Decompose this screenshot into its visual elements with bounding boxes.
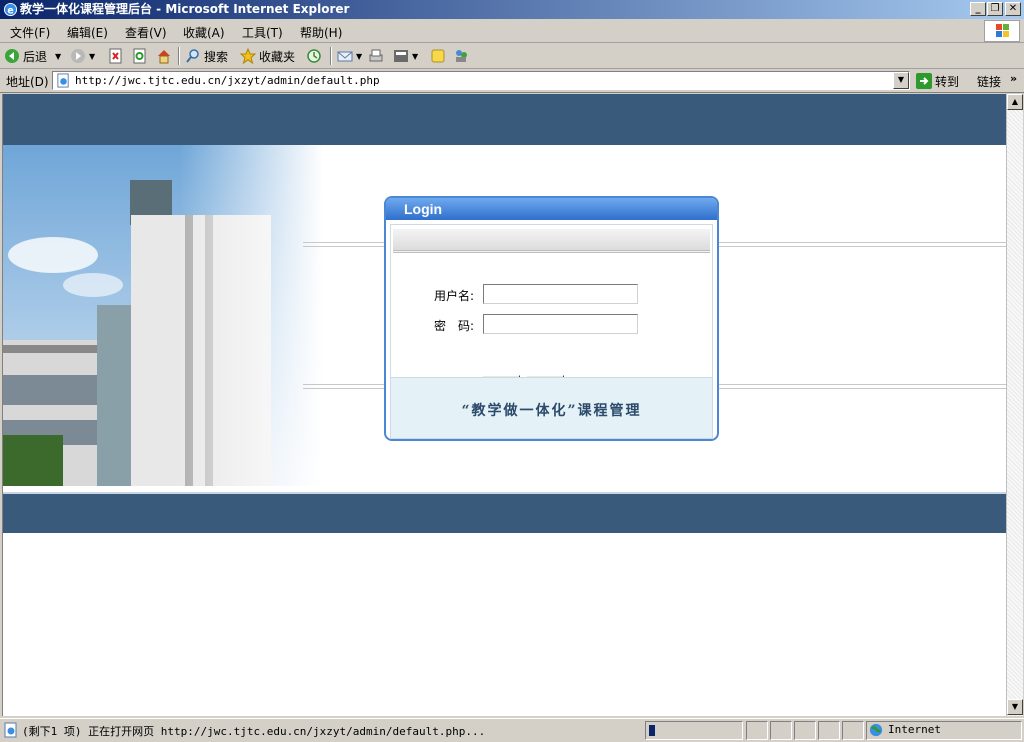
go-arrow-icon [916,73,932,89]
mail-icon [337,51,353,62]
forward-button[interactable]: ▼ [70,47,95,65]
favorites-button[interactable]: 收藏夹 [240,47,295,65]
forward-arrow-icon [71,49,85,63]
history-icon [307,49,321,63]
login-decorative-strip [393,229,710,253]
password-label: 密 码: [434,319,475,333]
loading-page-icon [4,722,17,738]
status-pane [770,721,792,740]
back-dropdown-icon[interactable]: ▼ [55,52,61,61]
scroll-up-icon[interactable]: ▲ [1007,94,1023,110]
stop-icon [109,48,122,64]
globe-icon [869,723,883,737]
username-label: 用户名: [434,289,475,303]
back-arrow-icon [5,49,19,63]
address-bar: 地址(D) http://jwc.tjtc.edu.cn/jxzyt/admin… [0,69,1024,93]
print-button[interactable] [368,47,387,65]
address-url: http://jwc.tjtc.edu.cn/jxzyt/admin/defau… [75,74,380,87]
go-label: 转到 [935,74,960,89]
menu-view[interactable]: 查看(V) [125,24,167,41]
messenger-icon [456,50,467,62]
username-input[interactable] [483,284,638,304]
home-icon [158,50,170,64]
status-pane [818,721,840,740]
printer-icon [369,49,383,62]
campus-building-image [3,145,323,486]
footer-band [3,492,1006,533]
toolbar: 后退 ▼ ▼ 搜索 收藏夹 ▼ ▼ [0,44,1024,69]
login-footer: “教学做一体化”课程管理 [391,377,712,438]
messenger-button[interactable] [453,47,472,65]
discuss-button[interactable] [430,47,449,65]
status-pane [794,721,816,740]
refresh-button[interactable] [132,47,151,65]
page-viewport: Login 用户名: 密 码: 提交 重置 “教学做一体化”课程管理 [2,94,1006,716]
toolbar-separator [330,47,332,65]
links-button[interactable]: 链接 [977,73,1001,90]
edit-button[interactable]: ▼ [393,47,418,65]
zone-label: Internet [888,723,941,736]
menu-help[interactable]: 帮助(H) [300,24,342,41]
windows-logo [984,20,1020,42]
address-label: 地址(D) [6,75,49,89]
window-title: 教学一体化课程管理后台 - Microsoft Internet Explore… [20,2,350,16]
title-bar: e 教学一体化课程管理后台 - Microsoft Internet Explo… [0,0,1024,19]
login-panel: Login 用户名: 密 码: 提交 重置 “教学做一体化”课程管理 [384,196,719,441]
address-dropdown-icon[interactable]: ▼ [893,72,909,89]
minimize-button[interactable]: _ [970,2,986,16]
favorites-label: 收藏夹 [259,49,296,64]
course-slogan: “教学做一体化”课程管理 [461,403,642,419]
menu-bar: 文件(F) 编辑(E) 查看(V) 收藏(A) 工具(T) 帮助(H) [0,19,1024,43]
menu-tools[interactable]: 工具(T) [242,24,283,41]
toolbar-separator [178,47,180,65]
status-bar: (剩下1 项) 正在打开网页 http://jwc.tjtc.edu.cn/jx… [0,718,1024,742]
restore-button[interactable]: ❐ [987,2,1003,16]
menu-edit[interactable]: 编辑(E) [67,24,108,41]
header-band [3,94,1006,145]
edit-dropdown-icon[interactable]: ▼ [412,52,418,61]
status-pane [746,721,768,740]
forward-dropdown-icon[interactable]: ▼ [89,52,95,61]
status-pane [842,721,864,740]
progress-pane [645,721,743,740]
address-input[interactable]: http://jwc.tjtc.edu.cn/jxzyt/admin/defau… [52,71,910,90]
page-icon [57,73,69,88]
menu-favorites[interactable]: 收藏(A) [183,24,225,41]
mail-dropdown-icon[interactable]: ▼ [356,52,362,61]
star-icon [240,48,256,64]
windows-flag-icon [996,24,1009,37]
edit-page-icon [394,50,408,62]
home-button[interactable] [156,47,175,65]
menu-file[interactable]: 文件(F) [10,24,50,41]
vertical-scrollbar[interactable]: ▲ ▼ [1006,94,1023,716]
login-header: Login [386,198,717,220]
stop-button[interactable] [108,47,127,65]
login-body: 用户名: 密 码: 提交 重置 “教学做一体化”课程管理 [390,224,713,439]
note-icon [431,49,445,63]
search-button[interactable]: 搜索 [185,47,228,65]
close-button[interactable]: ✕ [1005,2,1021,16]
links-chevron-icon[interactable]: » [1010,72,1017,85]
status-text: (剩下1 项) 正在打开网页 http://jwc.tjtc.edu.cn/jx… [22,725,486,738]
refresh-icon [133,48,146,64]
scroll-down-icon[interactable]: ▼ [1007,699,1023,715]
search-label: 搜索 [204,49,229,64]
mail-button[interactable]: ▼ [337,47,362,65]
go-button[interactable]: 转到 [916,72,959,90]
back-label: 后退 [23,49,48,64]
search-icon [186,49,199,63]
history-button[interactable] [306,47,325,65]
svg-text:e: e [7,5,13,16]
password-input[interactable] [483,314,638,334]
back-button[interactable]: 后退 ▼ [4,47,61,65]
progress-bar-fill [649,725,655,736]
ie-icon: e [3,2,18,16]
